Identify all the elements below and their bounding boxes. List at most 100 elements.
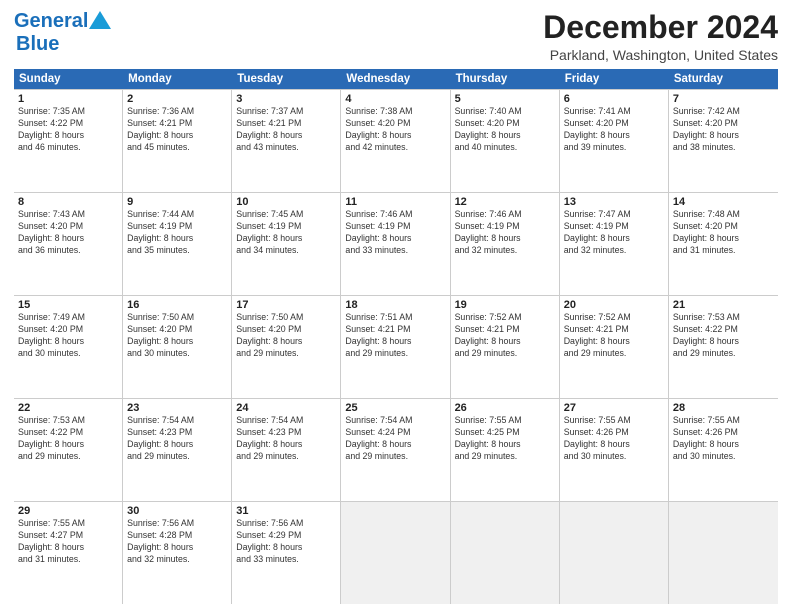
day-number: 11 xyxy=(345,196,445,208)
day-number: 12 xyxy=(455,196,555,208)
logo-blue: Blue xyxy=(16,33,59,55)
day-header-wednesday: Wednesday xyxy=(341,69,450,89)
cell-info: Sunrise: 7:45 AMSunset: 4:19 PMDaylight:… xyxy=(236,209,336,257)
day-header-sunday: Sunday xyxy=(14,69,123,89)
cell-info: Sunrise: 7:46 AMSunset: 4:19 PMDaylight:… xyxy=(345,209,445,257)
cal-cell: 29Sunrise: 7:55 AMSunset: 4:27 PMDayligh… xyxy=(14,502,123,604)
cell-info: Sunrise: 7:40 AMSunset: 4:20 PMDaylight:… xyxy=(455,106,555,154)
day-number: 16 xyxy=(127,299,227,311)
cell-info: Sunrise: 7:52 AMSunset: 4:21 PMDaylight:… xyxy=(455,312,555,360)
cal-cell: 18Sunrise: 7:51 AMSunset: 4:21 PMDayligh… xyxy=(341,296,450,398)
day-number: 24 xyxy=(236,402,336,414)
cell-info: Sunrise: 7:51 AMSunset: 4:21 PMDaylight:… xyxy=(345,312,445,360)
day-number: 22 xyxy=(18,402,118,414)
cal-cell: 14Sunrise: 7:48 AMSunset: 4:20 PMDayligh… xyxy=(669,193,778,295)
cal-cell: 17Sunrise: 7:50 AMSunset: 4:20 PMDayligh… xyxy=(232,296,341,398)
day-number: 27 xyxy=(564,402,664,414)
cal-cell: 2Sunrise: 7:36 AMSunset: 4:21 PMDaylight… xyxy=(123,90,232,192)
day-number: 19 xyxy=(455,299,555,311)
cell-info: Sunrise: 7:54 AMSunset: 4:24 PMDaylight:… xyxy=(345,415,445,463)
cal-cell: 10Sunrise: 7:45 AMSunset: 4:19 PMDayligh… xyxy=(232,193,341,295)
day-number: 23 xyxy=(127,402,227,414)
day-number: 29 xyxy=(18,505,118,517)
cell-info: Sunrise: 7:46 AMSunset: 4:19 PMDaylight:… xyxy=(455,209,555,257)
cal-cell xyxy=(451,502,560,604)
cal-cell: 1Sunrise: 7:35 AMSunset: 4:22 PMDaylight… xyxy=(14,90,123,192)
cal-cell: 11Sunrise: 7:46 AMSunset: 4:19 PMDayligh… xyxy=(341,193,450,295)
day-number: 9 xyxy=(127,196,227,208)
cal-cell: 9Sunrise: 7:44 AMSunset: 4:19 PMDaylight… xyxy=(123,193,232,295)
week-row-2: 8Sunrise: 7:43 AMSunset: 4:20 PMDaylight… xyxy=(14,193,778,296)
week-row-4: 22Sunrise: 7:53 AMSunset: 4:22 PMDayligh… xyxy=(14,399,778,502)
calendar: SundayMondayTuesdayWednesdayThursdayFrid… xyxy=(14,69,778,604)
cell-info: Sunrise: 7:37 AMSunset: 4:21 PMDaylight:… xyxy=(236,106,336,154)
day-number: 10 xyxy=(236,196,336,208)
cal-cell: 23Sunrise: 7:54 AMSunset: 4:23 PMDayligh… xyxy=(123,399,232,501)
day-number: 28 xyxy=(673,402,774,414)
cell-info: Sunrise: 7:54 AMSunset: 4:23 PMDaylight:… xyxy=(236,415,336,463)
cell-info: Sunrise: 7:42 AMSunset: 4:20 PMDaylight:… xyxy=(673,106,774,154)
cal-cell xyxy=(341,502,450,604)
cal-cell: 30Sunrise: 7:56 AMSunset: 4:28 PMDayligh… xyxy=(123,502,232,604)
day-header-saturday: Saturday xyxy=(669,69,778,89)
cal-cell: 16Sunrise: 7:50 AMSunset: 4:20 PMDayligh… xyxy=(123,296,232,398)
cell-info: Sunrise: 7:52 AMSunset: 4:21 PMDaylight:… xyxy=(564,312,664,360)
day-header-tuesday: Tuesday xyxy=(232,69,341,89)
day-number: 18 xyxy=(345,299,445,311)
cell-info: Sunrise: 7:56 AMSunset: 4:29 PMDaylight:… xyxy=(236,518,336,566)
cal-cell: 22Sunrise: 7:53 AMSunset: 4:22 PMDayligh… xyxy=(14,399,123,501)
day-header-monday: Monday xyxy=(123,69,232,89)
cal-cell: 20Sunrise: 7:52 AMSunset: 4:21 PMDayligh… xyxy=(560,296,669,398)
cell-info: Sunrise: 7:38 AMSunset: 4:20 PMDaylight:… xyxy=(345,106,445,154)
week-row-3: 15Sunrise: 7:49 AMSunset: 4:20 PMDayligh… xyxy=(14,296,778,399)
day-number: 6 xyxy=(564,93,664,105)
cell-info: Sunrise: 7:48 AMSunset: 4:20 PMDaylight:… xyxy=(673,209,774,257)
cal-cell: 12Sunrise: 7:46 AMSunset: 4:19 PMDayligh… xyxy=(451,193,560,295)
cal-cell: 8Sunrise: 7:43 AMSunset: 4:20 PMDaylight… xyxy=(14,193,123,295)
cell-info: Sunrise: 7:50 AMSunset: 4:20 PMDaylight:… xyxy=(236,312,336,360)
cal-cell: 4Sunrise: 7:38 AMSunset: 4:20 PMDaylight… xyxy=(341,90,450,192)
cell-info: Sunrise: 7:55 AMSunset: 4:26 PMDaylight:… xyxy=(564,415,664,463)
day-number: 8 xyxy=(18,196,118,208)
day-number: 25 xyxy=(345,402,445,414)
cell-info: Sunrise: 7:35 AMSunset: 4:22 PMDaylight:… xyxy=(18,106,118,154)
cal-cell: 28Sunrise: 7:55 AMSunset: 4:26 PMDayligh… xyxy=(669,399,778,501)
cal-cell: 3Sunrise: 7:37 AMSunset: 4:21 PMDaylight… xyxy=(232,90,341,192)
day-number: 30 xyxy=(127,505,227,517)
cal-cell: 26Sunrise: 7:55 AMSunset: 4:25 PMDayligh… xyxy=(451,399,560,501)
cal-cell: 15Sunrise: 7:49 AMSunset: 4:20 PMDayligh… xyxy=(14,296,123,398)
logo-arrow-icon xyxy=(89,11,111,29)
subtitle: Parkland, Washington, United States xyxy=(543,47,778,63)
cal-cell: 5Sunrise: 7:40 AMSunset: 4:20 PMDaylight… xyxy=(451,90,560,192)
day-header-thursday: Thursday xyxy=(451,69,560,89)
cell-info: Sunrise: 7:53 AMSunset: 4:22 PMDaylight:… xyxy=(673,312,774,360)
cell-info: Sunrise: 7:55 AMSunset: 4:26 PMDaylight:… xyxy=(673,415,774,463)
calendar-header: SundayMondayTuesdayWednesdayThursdayFrid… xyxy=(14,69,778,89)
cal-cell: 21Sunrise: 7:53 AMSunset: 4:22 PMDayligh… xyxy=(669,296,778,398)
title-block: December 2024 Parkland, Washington, Unit… xyxy=(543,10,778,63)
calendar-body: 1Sunrise: 7:35 AMSunset: 4:22 PMDaylight… xyxy=(14,89,778,604)
cal-cell: 25Sunrise: 7:54 AMSunset: 4:24 PMDayligh… xyxy=(341,399,450,501)
day-number: 31 xyxy=(236,505,336,517)
day-number: 17 xyxy=(236,299,336,311)
day-number: 21 xyxy=(673,299,774,311)
cell-info: Sunrise: 7:47 AMSunset: 4:19 PMDaylight:… xyxy=(564,209,664,257)
day-number: 5 xyxy=(455,93,555,105)
day-number: 26 xyxy=(455,402,555,414)
cell-info: Sunrise: 7:36 AMSunset: 4:21 PMDaylight:… xyxy=(127,106,227,154)
logo: General Blue xyxy=(14,10,111,56)
day-number: 13 xyxy=(564,196,664,208)
cal-cell: 13Sunrise: 7:47 AMSunset: 4:19 PMDayligh… xyxy=(560,193,669,295)
cell-info: Sunrise: 7:55 AMSunset: 4:27 PMDaylight:… xyxy=(18,518,118,566)
day-number: 4 xyxy=(345,93,445,105)
cal-cell xyxy=(669,502,778,604)
day-number: 1 xyxy=(18,93,118,105)
day-number: 15 xyxy=(18,299,118,311)
cal-cell: 6Sunrise: 7:41 AMSunset: 4:20 PMDaylight… xyxy=(560,90,669,192)
cell-info: Sunrise: 7:54 AMSunset: 4:23 PMDaylight:… xyxy=(127,415,227,463)
week-row-5: 29Sunrise: 7:55 AMSunset: 4:27 PMDayligh… xyxy=(14,502,778,604)
cal-cell: 27Sunrise: 7:55 AMSunset: 4:26 PMDayligh… xyxy=(560,399,669,501)
cell-info: Sunrise: 7:55 AMSunset: 4:25 PMDaylight:… xyxy=(455,415,555,463)
cell-info: Sunrise: 7:49 AMSunset: 4:20 PMDaylight:… xyxy=(18,312,118,360)
cal-cell xyxy=(560,502,669,604)
